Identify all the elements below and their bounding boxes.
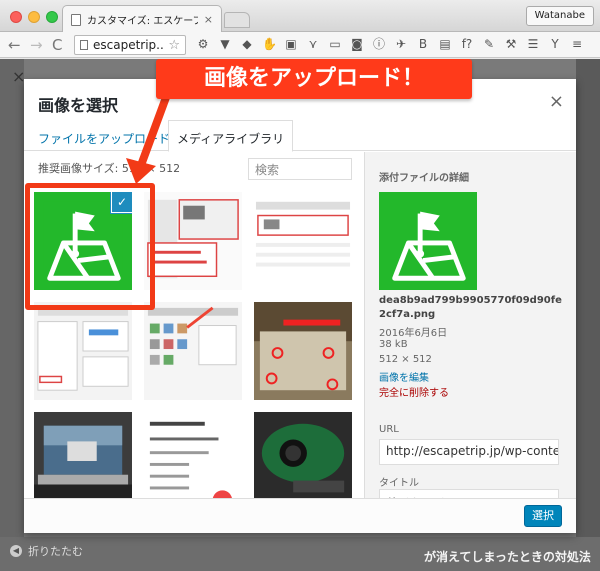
b-icon[interactable]: B <box>416 37 430 51</box>
photo-thumbnail <box>254 302 352 400</box>
tab-media-library[interactable]: メディアライブラリ <box>168 120 294 152</box>
minimize-window-button[interactable] <box>28 11 40 23</box>
title-label: タイトル <box>379 478 419 489</box>
profile-button[interactable]: Watanabe <box>525 6 594 26</box>
attachment-thumbnail[interactable] <box>144 192 242 290</box>
browser-tab-title: カスタマイズ: エスケープ紀行 <box>87 16 198 27</box>
screenshot-thumbnail <box>254 192 352 290</box>
tab-upload-files[interactable]: ファイルをアップロード <box>34 127 174 150</box>
settings-gear-icon[interactable]: ⚙ <box>196 37 210 51</box>
address-bar[interactable]: escapetrip.... ☆ <box>74 35 186 55</box>
screenshot-thumbnail <box>34 302 132 400</box>
info-icon[interactable]: ⓘ <box>372 37 386 51</box>
url-label: URL <box>379 424 399 435</box>
site-icon-preview <box>379 192 477 290</box>
collapse-arrow-icon: ◀ <box>10 545 22 557</box>
customizer-panel: × <box>0 59 25 571</box>
attachment-thumbnail[interactable] <box>144 412 242 498</box>
media-search-input[interactable]: 検索 <box>248 158 352 180</box>
reload-button[interactable]: C <box>52 35 62 55</box>
back-button[interactable]: ← <box>8 35 21 55</box>
url-field[interactable]: http://escapetrip.jp/wp-conte <box>379 439 559 465</box>
attachment-thumbnail[interactable] <box>254 412 352 498</box>
modal-footer: 選択 <box>24 498 576 533</box>
star-icon[interactable]: ☆ <box>168 38 180 53</box>
modal-title: 画像を選択 <box>38 96 119 115</box>
recommended-size-text: 推奨画像サイズ: 512 × 512 <box>38 162 181 175</box>
tab-close-icon[interactable]: × <box>204 13 213 26</box>
close-window-button[interactable] <box>10 11 22 23</box>
preview-article-title: が消えてしまったときの対処法 <box>424 550 591 564</box>
evernote-icon[interactable]: ◆ <box>240 37 254 51</box>
new-tab-button[interactable] <box>224 12 250 28</box>
customizer-footer: ◀ 折りたたむ が消えてしまったときの対処法 <box>0 537 600 571</box>
media-tabs: ファイルをアップロード メディアライブラリ <box>24 119 576 152</box>
hand-icon[interactable]: ✋ <box>262 37 277 51</box>
annotation-banner: 画像をアップロード！ <box>156 59 472 99</box>
clip-icon[interactable]: ▣ <box>284 37 298 51</box>
screenshot-thumbnail <box>144 412 242 498</box>
maximize-window-button[interactable] <box>46 11 58 23</box>
attachment-thumbnail[interactable] <box>144 302 242 400</box>
attachment-filesize: 38 kB <box>379 339 408 350</box>
attachment-preview <box>379 192 477 290</box>
attachment-dimensions: 512 × 512 <box>379 354 432 365</box>
chat-icon[interactable]: ▭ <box>328 37 342 51</box>
eyedropper-icon[interactable]: ✎ <box>482 37 496 51</box>
attachment-details-sidebar: 添付ファイルの詳細 dea8b9ad799b9905770f09d90fe2cf… <box>364 152 576 498</box>
select-button[interactable]: 選択 <box>524 505 562 527</box>
screenshot-thumbnail <box>144 192 242 290</box>
address-url[interactable]: escapetrip.... <box>93 38 163 52</box>
attachment-thumbnail[interactable] <box>254 192 352 290</box>
delete-permanently-link[interactable]: 完全に削除する <box>379 384 449 399</box>
edit-image-link[interactable]: 画像を編集 <box>379 369 429 384</box>
forward-button[interactable]: → <box>30 35 43 55</box>
browser-tab[interactable]: カスタマイズ: エスケープ紀行 × <box>62 5 222 33</box>
page-icon <box>80 40 88 50</box>
photo-thumbnail <box>254 412 352 498</box>
collapse-label: 折りたたむ <box>28 545 83 558</box>
camera-icon[interactable]: ◙ <box>350 37 364 51</box>
attachment-thumbnail[interactable] <box>34 412 132 498</box>
preview-pane <box>576 59 600 571</box>
document-icon <box>71 13 81 26</box>
browser-titlebar: カスタマイズ: エスケープ紀行 × Watanabe <box>0 0 600 33</box>
pin-icon[interactable]: ✈ <box>394 37 408 51</box>
attachment-thumbnail[interactable] <box>254 302 352 400</box>
pocket-icon[interactable]: ▼ <box>218 37 232 51</box>
layers-icon[interactable]: ☰ <box>526 37 540 51</box>
browser-toolbar: ← → C escapetrip.... ☆ ⚙ ▼ ◆ ✋ ▣ ⋎ ▭ ◙ ⓘ ✈ B ▤ f? ✎ ⚒ ☰… <box>0 32 600 58</box>
annotation-highlight-box <box>25 183 155 310</box>
collapse-button[interactable]: ◀ 折りたたむ <box>10 543 83 559</box>
hammer-icon[interactable]: ⚒ <box>504 37 518 51</box>
title-field[interactable]: サイトアイコン <box>379 489 559 498</box>
shield-icon[interactable]: Y <box>548 37 562 51</box>
attachment-date: 2016年6月6日 <box>379 328 448 339</box>
menu-icon[interactable]: ≡ <box>570 37 584 51</box>
attachment-thumbnail[interactable] <box>34 302 132 400</box>
modal-close-icon[interactable]: × <box>549 91 564 112</box>
photo-thumbnail <box>34 412 132 498</box>
attachment-details-heading: 添付ファイルの詳細 <box>379 173 469 184</box>
attachment-filename: dea8b9ad799b9905770f09d90fe2cf7a.png <box>379 295 562 320</box>
font-icon[interactable]: f? <box>460 37 474 51</box>
screenshot-thumbnail <box>144 302 242 400</box>
bookmark-icon[interactable]: ⋎ <box>306 37 320 51</box>
image-icon[interactable]: ▤ <box>438 37 452 51</box>
